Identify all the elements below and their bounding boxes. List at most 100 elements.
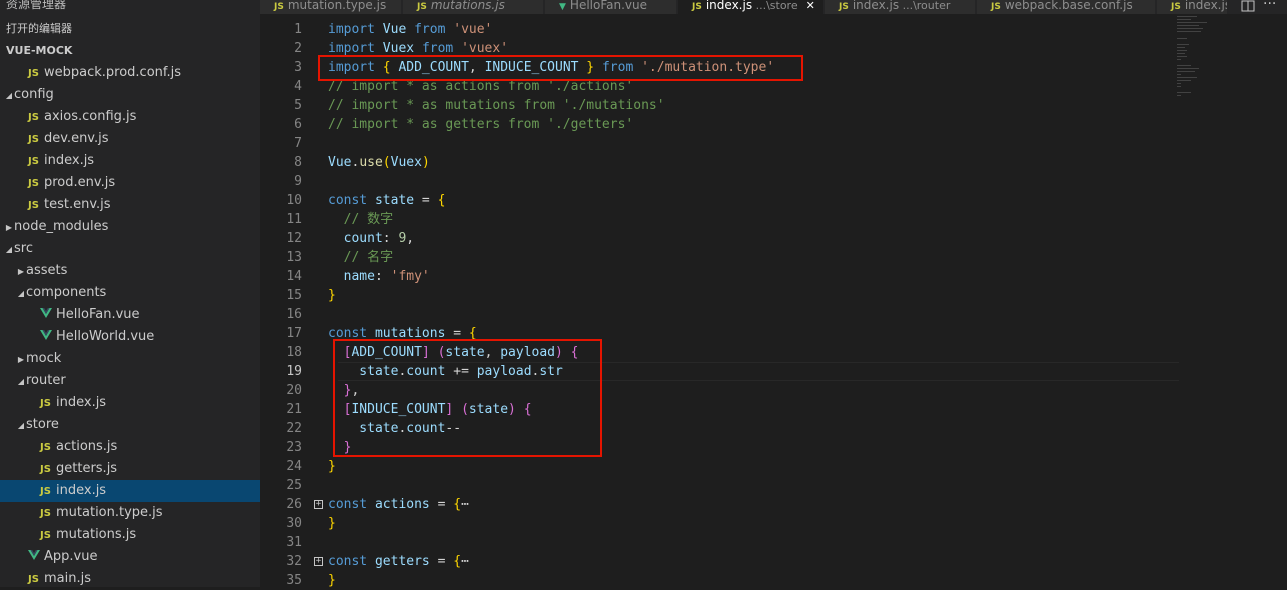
chevron-down-icon[interactable]: ◢ — [4, 239, 14, 261]
code-line[interactable]: 8 Vue.use(Vuex) — [260, 153, 1180, 172]
code-line[interactable]: 5 // import * as mutations from './mutati… — [260, 96, 1180, 115]
tree-item[interactable]: ◢ router — [0, 370, 260, 392]
fold-expand-icon[interactable]: + — [314, 500, 323, 509]
tree-item[interactable]: JS prod.env.js — [0, 172, 260, 194]
tree-item[interactable]: JS main.js — [0, 568, 260, 587]
editor-tab[interactable]: JS index.js — [1157, 0, 1230, 14]
line-number: 19 — [286, 364, 302, 379]
code-token: // 名字 — [343, 250, 394, 265]
tree-item[interactable]: JS test.env.js — [0, 194, 260, 216]
js-file-icon: JS — [28, 112, 39, 123]
editor-tab[interactable]: JS index.js ...\store ✕ — [678, 0, 824, 14]
code-line[interactable]: 13 // 名字 — [260, 248, 1180, 267]
line-number: 18 — [286, 345, 302, 360]
line-number: 20 — [286, 383, 302, 398]
code-line[interactable]: 9 — [260, 172, 1180, 191]
tree-item-label: mutations.js — [56, 527, 137, 542]
minimap-line — [1177, 22, 1207, 23]
minimap-line — [1177, 28, 1203, 29]
tree-item[interactable]: ▶ assets — [0, 260, 260, 282]
minimap-line — [1177, 59, 1181, 60]
chevron-down-icon[interactable]: ◢ — [16, 371, 26, 393]
code-line[interactable]: 15} — [260, 286, 1180, 305]
code-line[interactable]: 25 — [260, 476, 1180, 495]
code-token: { — [453, 497, 462, 512]
code-line[interactable]: 7 — [260, 134, 1180, 153]
project-section[interactable]: VUE-MOCK — [0, 40, 260, 62]
tree-item[interactable]: HelloFan.vue — [0, 304, 260, 326]
code-line[interactable]: 1 import Vue from 'vue' — [260, 20, 1180, 39]
chevron-right-icon[interactable]: ▶ — [16, 349, 26, 371]
tree-item[interactable]: ◢ config — [0, 84, 260, 106]
editor-tab[interactable]: JS mutations.js — [403, 0, 544, 14]
line-number: 35 — [286, 573, 302, 588]
tab-path-hint: ...\router — [899, 0, 951, 12]
tree-item[interactable]: JS index.js — [0, 392, 260, 414]
tree-item[interactable]: JS mutation.type.js — [0, 502, 260, 524]
tree-item[interactable]: ▶ node_modules — [0, 216, 260, 238]
code-token: from — [414, 22, 446, 37]
code-line[interactable]: 10 const state = { — [260, 191, 1180, 210]
fold-expand-icon[interactable]: + — [314, 557, 323, 566]
tree-item[interactable]: HelloWorld.vue — [0, 326, 260, 348]
tree-item[interactable]: ◢ components — [0, 282, 260, 304]
open-editors-section[interactable]: 打开的编辑器 — [0, 18, 260, 40]
code-line[interactable]: 11 // 数字 — [260, 210, 1180, 229]
tree-item[interactable]: JS mutations.js — [0, 524, 260, 546]
tree-item[interactable]: JS webpack.prod.conf.js — [0, 62, 260, 84]
close-tab-icon[interactable]: ✕ — [806, 0, 815, 12]
code-line[interactable]: 26 + const actions = {⋯ — [260, 495, 1180, 514]
line-number: 22 — [286, 421, 302, 436]
code-line[interactable]: 16 — [260, 305, 1180, 324]
code-text: import Vue from 'vue' — [328, 20, 492, 39]
code-line[interactable]: 12 count: 9, — [260, 229, 1180, 248]
editor-tab[interactable]: JS webpack.base.conf.js — [977, 0, 1156, 14]
vue-file-icon: ▼ — [559, 2, 566, 12]
tree-item[interactable]: JS actions.js — [0, 436, 260, 458]
chevron-right-icon[interactable]: ▶ — [16, 261, 26, 283]
tree-item-label: test.env.js — [44, 197, 111, 212]
code-token: Vue — [374, 22, 415, 37]
chevron-right-icon[interactable]: ▶ — [4, 217, 14, 239]
chevron-down-icon[interactable]: ◢ — [4, 85, 14, 107]
code-line[interactable]: 32 + const getters = {⋯ — [260, 552, 1180, 571]
line-number: 14 — [286, 269, 302, 284]
tree-item[interactable]: ◢ store — [0, 414, 260, 436]
tree-item-label: HelloWorld.vue — [56, 329, 155, 344]
code-token: getters — [367, 554, 430, 569]
tree-item[interactable]: App.vue — [0, 546, 260, 568]
minimap-line — [1177, 53, 1185, 54]
tree-item[interactable]: JS axios.config.js — [0, 106, 260, 128]
tree-item-label: actions.js — [56, 439, 118, 454]
editor-tab[interactable]: JS mutation.type.js — [260, 0, 402, 14]
tree-item[interactable]: JS getters.js — [0, 458, 260, 480]
code-line[interactable]: 14 name: 'fmy' — [260, 267, 1180, 286]
chevron-down-icon[interactable]: ◢ — [16, 415, 26, 437]
code-text: const getters = {⋯ — [328, 552, 469, 571]
code-line[interactable]: 6 // import * as getters from './getters' — [260, 115, 1180, 134]
tree-item[interactable]: JS dev.env.js — [0, 128, 260, 150]
line-number: 8 — [294, 155, 302, 170]
line-number: 10 — [286, 193, 302, 208]
tree-item-label: index.js — [56, 395, 107, 410]
js-file-icon: JS — [28, 178, 39, 189]
tree-item-label: assets — [26, 263, 68, 278]
code-token: // 数字 — [343, 212, 394, 227]
minimap[interactable] — [1175, 16, 1255, 96]
code-token: // import * as getters from './getters' — [328, 117, 634, 132]
tree-item[interactable]: ▶ mock — [0, 348, 260, 370]
editor-tab[interactable]: ▼ HelloFan.vue — [545, 0, 677, 14]
code-line[interactable]: 30} — [260, 514, 1180, 533]
more-actions-icon[interactable]: ··· — [1263, 0, 1276, 12]
chevron-down-icon[interactable]: ◢ — [16, 283, 26, 305]
vertical-scrollbar[interactable] — [1275, 16, 1287, 587]
tree-item[interactable]: JS index.js — [0, 150, 260, 172]
split-editor-icon[interactable] — [1241, 0, 1255, 12]
code-token: import — [328, 22, 375, 37]
code-line[interactable]: 31 — [260, 533, 1180, 552]
tree-item[interactable]: ◢ src — [0, 238, 260, 260]
tree-item[interactable]: JS index.js — [0, 480, 260, 502]
editor-tab[interactable]: JS index.js ...\router — [825, 0, 976, 14]
code-line[interactable]: 24} — [260, 457, 1180, 476]
code-line[interactable]: 35} — [260, 571, 1180, 590]
